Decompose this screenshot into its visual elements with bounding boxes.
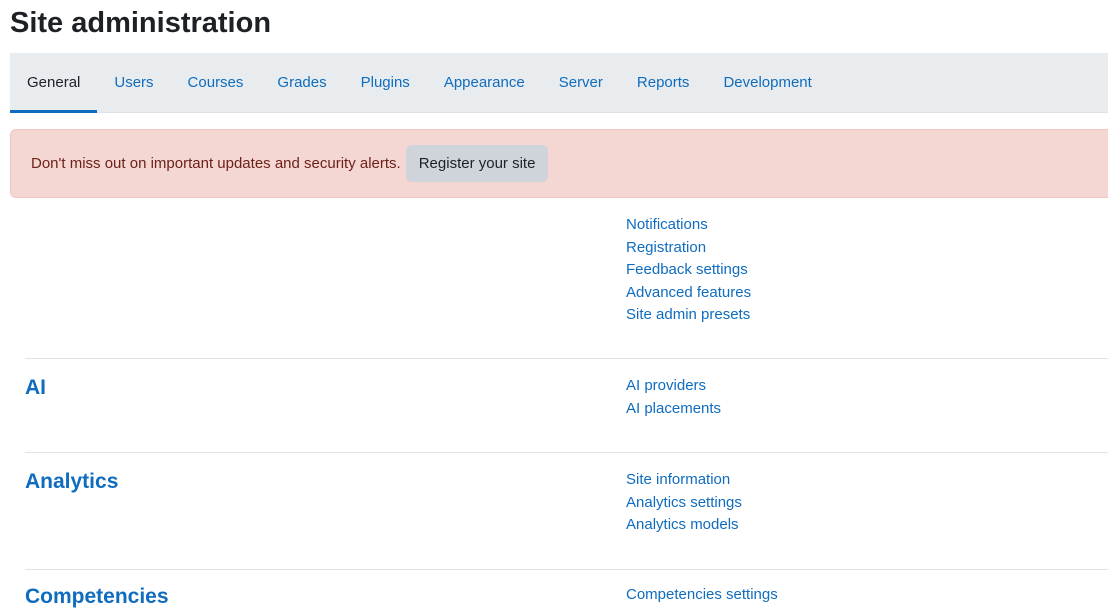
tab-reports[interactable]: Reports <box>620 53 707 112</box>
link-registration[interactable]: Registration <box>626 237 751 260</box>
register-site-button[interactable]: Register your site <box>405 145 549 182</box>
analytics-links: Site information Analytics settings Anal… <box>626 469 742 537</box>
tab-general[interactable]: General <box>10 53 98 113</box>
link-ai-providers[interactable]: AI providers <box>626 375 721 398</box>
link-notifications[interactable]: Notifications <box>626 214 751 237</box>
competencies-links: Competencies settings <box>626 584 778 607</box>
ai-links: AI providers AI placements <box>626 375 721 420</box>
section-divider <box>25 452 1108 453</box>
tab-grades[interactable]: Grades <box>260 53 343 112</box>
tab-development[interactable]: Development <box>706 53 828 112</box>
section-title-analytics[interactable]: Analytics <box>25 469 118 495</box>
tab-server[interactable]: Server <box>542 53 620 112</box>
link-feedback-settings[interactable]: Feedback settings <box>626 259 751 282</box>
link-site-information[interactable]: Site information <box>626 469 742 492</box>
tab-users[interactable]: Users <box>97 53 170 112</box>
link-analytics-settings[interactable]: Analytics settings <box>626 492 742 515</box>
section-divider <box>25 569 1108 570</box>
link-advanced-features[interactable]: Advanced features <box>626 282 751 305</box>
tab-appearance[interactable]: Appearance <box>427 53 542 112</box>
section-divider <box>25 358 1108 359</box>
alert-message: Don't miss out on important updates and … <box>31 155 401 172</box>
link-competencies-settings[interactable]: Competencies settings <box>626 584 778 607</box>
tab-plugins[interactable]: Plugins <box>344 53 427 112</box>
admin-tabs: General Users Courses Grades Plugins App… <box>10 53 1108 113</box>
general-links: Notifications Registration Feedback sett… <box>626 214 751 327</box>
tab-courses[interactable]: Courses <box>171 53 261 112</box>
section-title-ai[interactable]: AI <box>25 375 46 401</box>
link-analytics-models[interactable]: Analytics models <box>626 514 742 537</box>
section-title-competencies[interactable]: Competencies <box>25 584 169 610</box>
page-title: Site administration <box>10 7 272 39</box>
link-site-admin-presets[interactable]: Site admin presets <box>626 304 751 327</box>
link-ai-placements[interactable]: AI placements <box>626 398 721 421</box>
registration-alert: Don't miss out on important updates and … <box>10 129 1108 198</box>
